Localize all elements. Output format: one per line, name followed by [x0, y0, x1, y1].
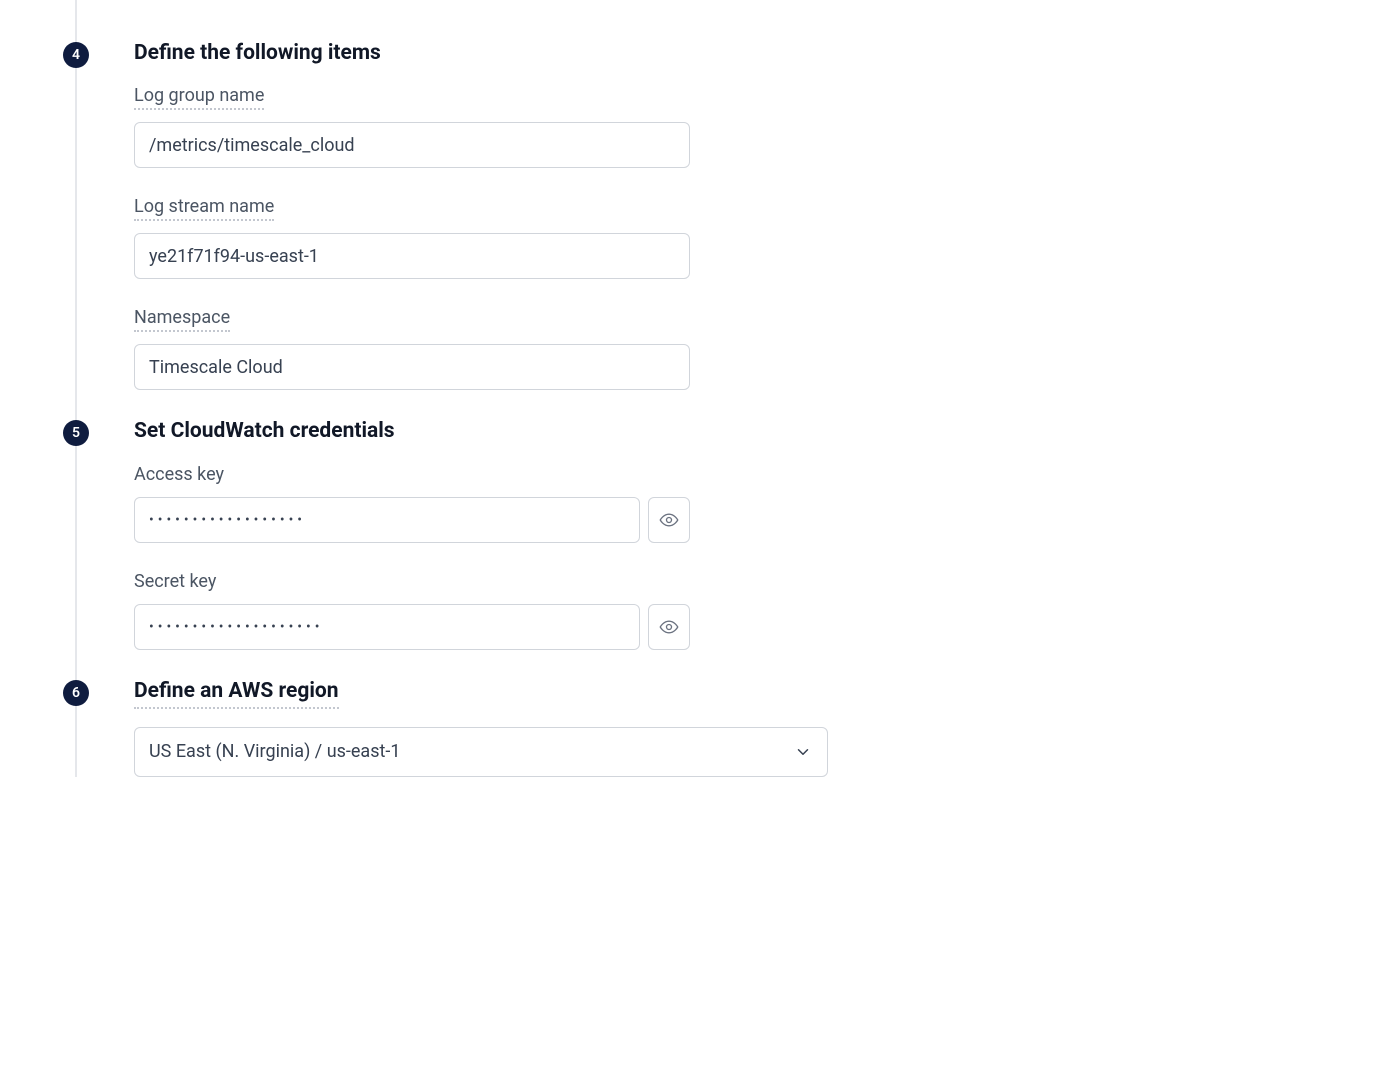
- region-select[interactable]: US East (N. Virginia) / us-east-1: [134, 727, 828, 777]
- secret-key-input[interactable]: [134, 604, 640, 650]
- step-badge-6: 6: [63, 680, 89, 706]
- step-6-title: Define an AWS region: [134, 678, 339, 709]
- step-badge-4: 4: [63, 42, 89, 68]
- secret-key-label: Secret key: [134, 571, 216, 592]
- step-4-title: Define the following items: [134, 40, 1342, 67]
- access-key-label: Access key: [134, 464, 224, 485]
- step-4: 4 Define the following items Log group n…: [76, 40, 1342, 390]
- eye-icon: [659, 617, 679, 637]
- log-stream-label: Log stream name: [134, 196, 274, 221]
- field-secret-key: Secret key: [134, 571, 690, 650]
- field-log-stream: Log stream name: [134, 196, 690, 279]
- step-5-title: Set CloudWatch credentials: [134, 418, 1342, 445]
- toggle-secret-key-visibility[interactable]: [648, 604, 690, 650]
- log-stream-input[interactable]: [134, 233, 690, 279]
- field-namespace: Namespace: [134, 307, 690, 390]
- step-badge-5: 5: [63, 420, 89, 446]
- access-key-input[interactable]: [134, 497, 640, 543]
- log-group-label: Log group name: [134, 85, 264, 110]
- field-access-key: Access key: [134, 464, 690, 543]
- namespace-label: Namespace: [134, 307, 230, 332]
- field-log-group: Log group name: [134, 85, 690, 168]
- namespace-input[interactable]: [134, 344, 690, 390]
- step-6: 6 Define an AWS region US East (N. Virgi…: [76, 678, 1342, 777]
- log-group-input[interactable]: [134, 122, 690, 168]
- eye-icon: [659, 510, 679, 530]
- toggle-access-key-visibility[interactable]: [648, 497, 690, 543]
- step-5: 5 Set CloudWatch credentials Access key …: [76, 418, 1342, 649]
- field-region: US East (N. Virginia) / us-east-1: [134, 727, 828, 777]
